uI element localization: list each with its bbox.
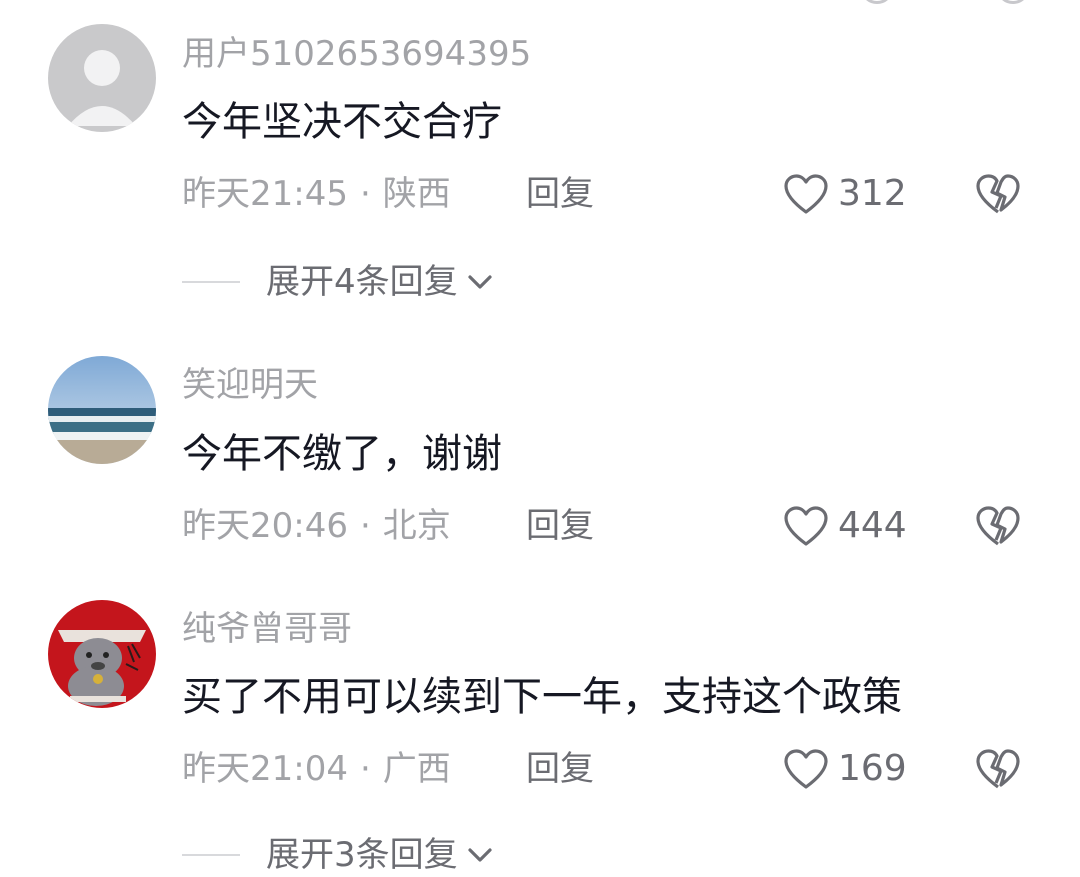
previous-comment-icon-fragment [860, 0, 894, 4]
comment-meta: 昨天21:45 · 陕西 [182, 174, 451, 214]
like-button[interactable]: 169 [782, 747, 907, 791]
meta-separator: · [359, 749, 371, 789]
heart-outline-icon [782, 504, 830, 548]
dislike-button[interactable] [974, 504, 1022, 548]
like-count: 312 [838, 173, 907, 214]
comment-time: 昨天21:45 [182, 174, 348, 214]
like-count: 169 [838, 748, 907, 789]
comment-text: 买了不用可以续到下一年，支持这个政策 [182, 674, 902, 720]
expand-replies-label: 展开3条回复 [266, 835, 458, 875]
chevron-down-icon [458, 845, 494, 865]
dislike-button[interactable] [974, 172, 1022, 216]
like-button[interactable]: 444 [782, 504, 907, 548]
avatar[interactable] [48, 600, 156, 708]
meta-separator: · [359, 506, 371, 546]
comment-text: 今年不缴了，谢谢 [182, 431, 502, 477]
like-count: 444 [838, 505, 907, 546]
avatar[interactable] [48, 24, 156, 132]
comment-text: 今年坚决不交合疗 [182, 99, 502, 145]
broken-heart-icon [974, 504, 1022, 548]
reply-button[interactable]: 回复 [526, 749, 594, 789]
previous-comment-icon-fragment [996, 0, 1030, 4]
reply-button[interactable]: 回复 [526, 506, 594, 546]
avatar[interactable] [48, 356, 156, 464]
divider-line [182, 281, 240, 283]
divider-line [182, 854, 240, 856]
comment-location: 北京 [382, 506, 451, 546]
meta-separator: · [359, 174, 371, 214]
expand-replies[interactable]: 展开3条回复 [182, 835, 494, 875]
broken-heart-icon [974, 747, 1022, 791]
comment-location: 广西 [382, 749, 451, 789]
expand-replies-label: 展开4条回复 [266, 262, 458, 302]
username[interactable]: 用户5102653694395 [182, 34, 531, 74]
username[interactable]: 纯爷曾哥哥 [182, 609, 352, 649]
heart-outline-icon [782, 747, 830, 791]
comment-location: 陕西 [382, 174, 451, 214]
comment-meta: 昨天20:46 · 北京 [182, 506, 451, 546]
chevron-down-icon [458, 272, 494, 292]
like-button[interactable]: 312 [782, 172, 907, 216]
dislike-button[interactable] [974, 747, 1022, 791]
username[interactable]: 笑迎明天 [182, 365, 318, 405]
comment-time: 昨天21:04 [182, 749, 348, 789]
reply-button[interactable]: 回复 [526, 174, 594, 214]
comment-time: 昨天20:46 [182, 506, 348, 546]
expand-replies[interactable]: 展开4条回复 [182, 262, 494, 302]
broken-heart-icon [974, 172, 1022, 216]
heart-outline-icon [782, 172, 830, 216]
comment-meta: 昨天21:04 · 广西 [182, 749, 451, 789]
